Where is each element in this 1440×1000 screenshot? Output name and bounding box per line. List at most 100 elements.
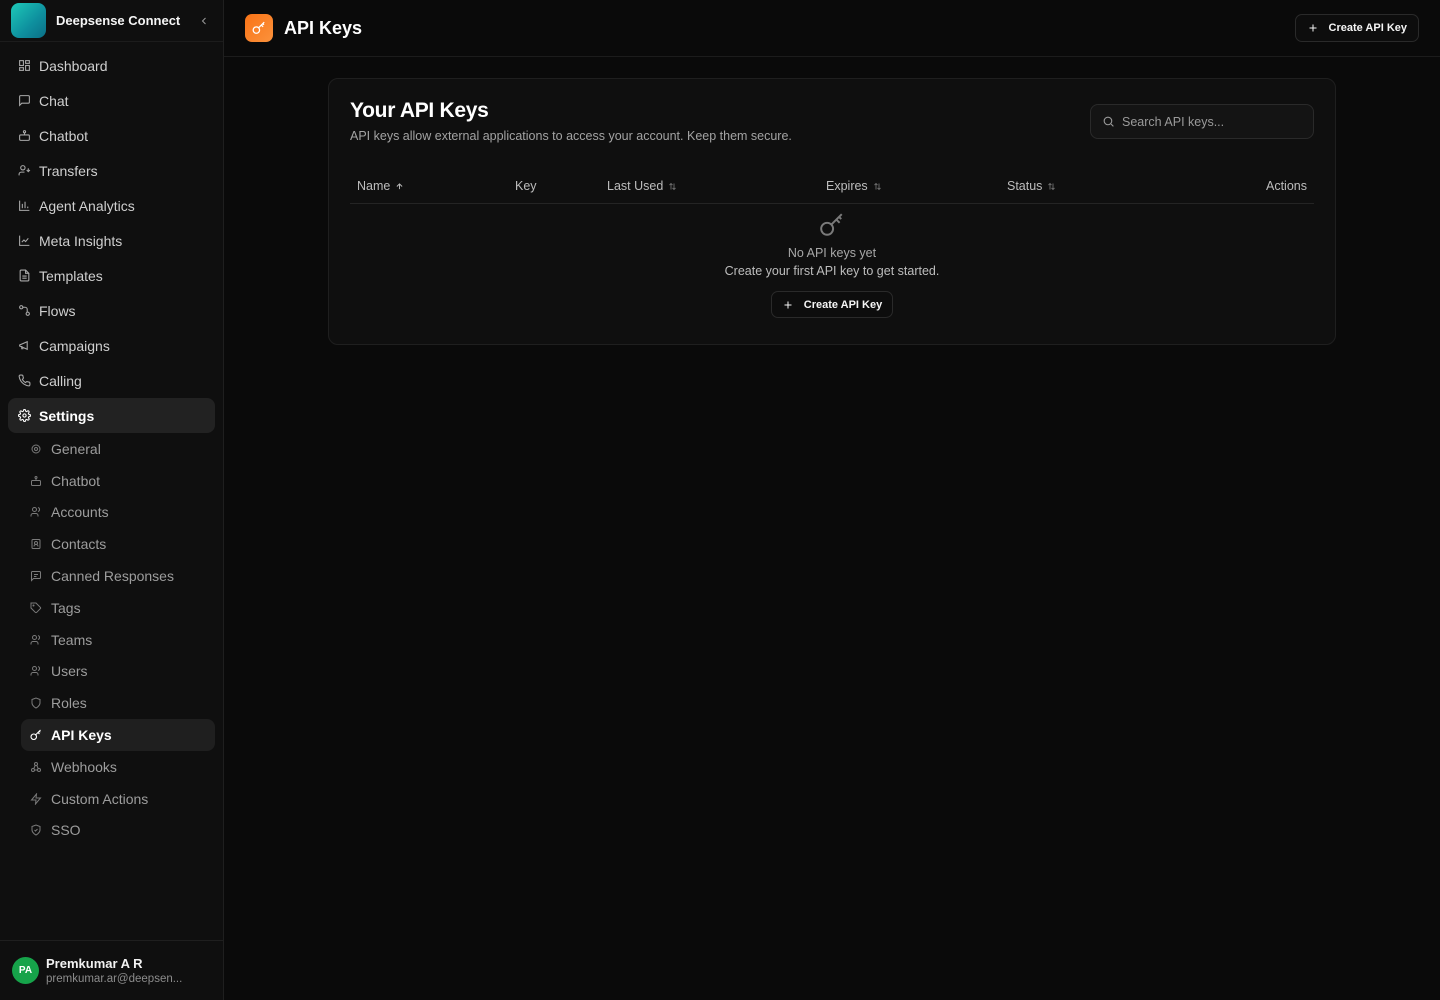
column-header-name[interactable]: Name: [357, 179, 404, 193]
nav-item-meta-insights[interactable]: Meta Insights: [8, 223, 215, 258]
flow-icon: [17, 304, 31, 318]
nav-item-templates[interactable]: Templates: [8, 258, 215, 293]
main-nav: Dashboard Chat Chatbot Transfers Agent A…: [0, 42, 223, 433]
sub-item-accounts[interactable]: Accounts: [21, 497, 215, 529]
sub-item-label: SSO: [51, 822, 81, 839]
user-email: premkumar.ar@deepsen...: [46, 973, 183, 985]
sidebar: Deepsense Connect Dashboard Chat Chatbot…: [0, 0, 224, 1000]
plus-icon: [1307, 22, 1319, 34]
sub-item-label: Tags: [51, 599, 81, 616]
nav-item-dashboard[interactable]: Dashboard: [8, 48, 215, 83]
empty-title: No API keys yet: [787, 246, 877, 260]
column-label: Name: [357, 179, 391, 193]
page-title: API Keys: [284, 17, 363, 38]
sub-item-sso[interactable]: SSO: [21, 815, 215, 847]
empty-subtitle: Create your first API key to get started…: [724, 264, 940, 278]
empty-create-api-key-button[interactable]: Create API Key: [770, 291, 894, 318]
create-api-key-button[interactable]: Create API Key: [1294, 14, 1419, 42]
nav-item-label: Templates: [39, 267, 103, 284]
nav-item-chatbot[interactable]: Chatbot: [8, 118, 215, 153]
column-label: Last Used: [607, 179, 664, 193]
sort-icon: [873, 182, 882, 191]
key-icon: [819, 212, 845, 238]
sort-icon: [1047, 182, 1056, 191]
nav-item-chat[interactable]: Chat: [8, 83, 215, 118]
phone-icon: [17, 374, 31, 388]
sub-item-api-keys[interactable]: API Keys: [21, 719, 215, 751]
sub-item-label: Accounts: [51, 504, 109, 521]
users-icon: [30, 506, 42, 518]
nav-item-campaigns[interactable]: Campaigns: [8, 328, 215, 363]
user-info: Premkumar A R premkumar.ar@deepsen...: [46, 956, 182, 985]
dashboard-icon: [17, 59, 31, 73]
column-header-expires[interactable]: Expires: [826, 179, 882, 193]
sub-item-roles[interactable]: Roles: [21, 687, 215, 719]
nav-item-label: Agent Analytics: [39, 197, 135, 214]
sub-item-custom-actions[interactable]: Custom Actions: [21, 783, 215, 815]
users-icon: [30, 634, 42, 646]
transfer-icon: [17, 164, 31, 178]
nav-item-calling[interactable]: Calling: [8, 363, 215, 398]
nav-item-settings[interactable]: Settings: [8, 398, 215, 433]
top-bar: API Keys Create API Key: [224, 0, 1440, 57]
nav-item-label: Chat: [39, 92, 69, 109]
nav-item-label: Flows: [39, 302, 76, 319]
plus-icon: [782, 299, 794, 311]
shield-icon: [30, 697, 42, 709]
sub-item-canned-responses[interactable]: Canned Responses: [21, 560, 215, 592]
nav-item-label: Calling: [39, 372, 82, 389]
key-icon: [30, 729, 42, 741]
table-header: Name Key Last Used Expires Status Action…: [350, 169, 1314, 204]
brand-name: Deepsense Connect: [56, 13, 181, 28]
user-profile[interactable]: PA Premkumar A R premkumar.ar@deepsen...: [0, 940, 223, 1000]
sub-item-contacts[interactable]: Contacts: [21, 528, 215, 560]
sort-icon: [668, 182, 677, 191]
sub-item-chatbot[interactable]: Chatbot: [21, 465, 215, 497]
app-root: Deepsense Connect Dashboard Chat Chatbot…: [0, 0, 1440, 1000]
sub-item-label: General: [51, 440, 101, 457]
sub-item-label: Roles: [51, 695, 87, 712]
nav-item-label: Chatbot: [39, 127, 89, 144]
brand-header: Deepsense Connect: [0, 0, 223, 42]
sub-item-label: Webhooks: [51, 758, 117, 775]
column-label: Key: [515, 179, 537, 193]
nav-item-agent-analytics[interactable]: Agent Analytics: [8, 188, 215, 223]
api-keys-card: Your API Keys API keys allow external ap…: [328, 78, 1336, 345]
search-icon: [1102, 115, 1115, 128]
sub-item-label: Custom Actions: [51, 790, 149, 807]
sub-item-tags[interactable]: Tags: [21, 592, 215, 624]
search-box: [1090, 104, 1314, 139]
nav-item-label: Settings: [39, 407, 95, 424]
gear-icon: [17, 409, 31, 423]
column-header-key: Key: [515, 179, 537, 193]
column-header-actions: Actions: [1266, 179, 1307, 193]
column-header-status[interactable]: Status: [1007, 179, 1056, 193]
nav-item-transfers[interactable]: Transfers: [8, 153, 215, 188]
nav-item-flows[interactable]: Flows: [8, 293, 215, 328]
empty-state: No API keys yet Create your first API ke…: [350, 204, 1314, 318]
settings-subnav: General Chatbot Accounts Contacts Canned…: [0, 433, 223, 846]
bar-chart-icon: [17, 199, 31, 213]
column-label: Status: [1007, 179, 1043, 193]
column-header-last-used[interactable]: Last Used: [607, 179, 677, 193]
megaphone-icon: [17, 339, 31, 353]
nav-item-label: Campaigns: [39, 337, 110, 354]
brand-logo: [11, 3, 46, 38]
contact-icon: [30, 538, 42, 550]
user-name: Premkumar A R: [46, 956, 143, 971]
gear-icon: [30, 443, 42, 455]
button-label: Create API Key: [803, 298, 883, 311]
sub-item-teams[interactable]: Teams: [21, 624, 215, 656]
search-input[interactable]: [1122, 114, 1292, 129]
collapse-sidebar-button[interactable]: [196, 13, 212, 29]
sub-item-webhooks[interactable]: Webhooks: [21, 751, 215, 783]
message-icon: [30, 570, 42, 582]
tag-icon: [30, 602, 42, 614]
sub-item-label: API Keys: [51, 727, 112, 744]
webhook-icon: [30, 761, 42, 773]
sub-item-general[interactable]: General: [21, 433, 215, 465]
api-keys-table: Name Key Last Used Expires Status Action…: [350, 169, 1314, 318]
nav-item-label: Transfers: [39, 162, 98, 179]
key-icon: [245, 14, 273, 42]
sub-item-users[interactable]: Users: [21, 656, 215, 688]
